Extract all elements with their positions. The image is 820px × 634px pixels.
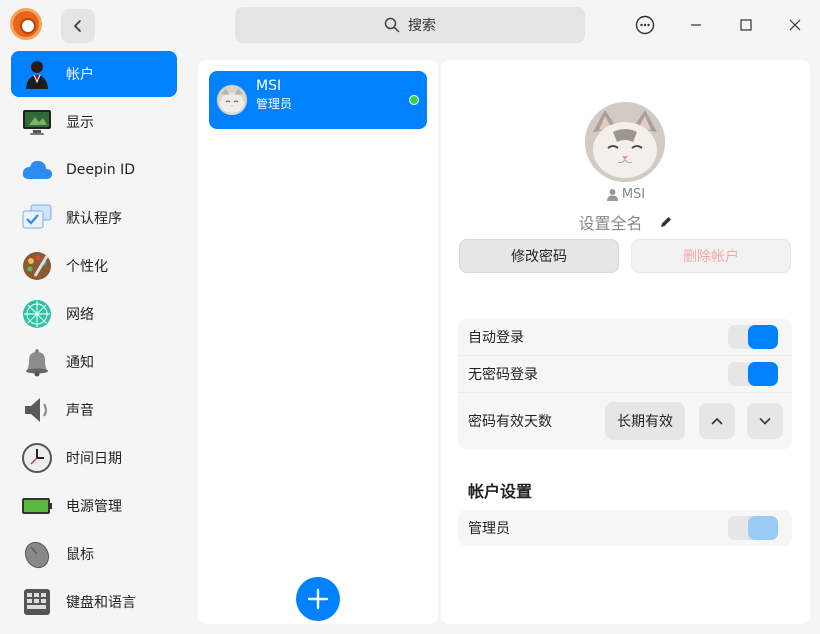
administrator-toggle[interactable]	[728, 516, 778, 540]
clock-icon	[22, 443, 52, 473]
password-validity-row: 密码有效天数 长期有效	[458, 393, 792, 449]
user-list-item[interactable]: MSI 管理员	[209, 71, 427, 129]
account-settings-group: 管理员	[458, 510, 792, 546]
section-title-account-settings: 帐户设置	[468, 482, 533, 501]
increase-button[interactable]	[699, 403, 735, 439]
sidebar-item-label: 帐户	[66, 67, 94, 83]
close-icon	[789, 19, 801, 31]
sidebar-item-label: 通知	[66, 355, 94, 371]
administrator-row: 管理员	[458, 510, 792, 546]
account-detail-panel: MSI 设置全名 修改密码 删除帐户 自动登录 无密码登录 密码有效天数 长期有…	[441, 60, 810, 624]
user-list-panel: MSI 管理员	[198, 60, 438, 624]
passwordless-login-label: 无密码登录	[468, 367, 538, 383]
search-icon	[384, 17, 400, 33]
user-name: MSI	[256, 78, 282, 94]
default-apps-icon	[22, 204, 52, 229]
sidebar-item-label: 个性化	[66, 259, 108, 275]
pencil-icon[interactable]	[659, 215, 673, 229]
back-button[interactable]	[61, 9, 95, 43]
fullname-placeholder: 设置全名	[578, 214, 643, 233]
avatar	[217, 85, 247, 115]
auto-login-label: 自动登录	[468, 330, 524, 346]
chevron-down-icon	[759, 418, 771, 425]
online-status-dot	[409, 95, 419, 105]
sidebar-item-label: Deepin ID	[66, 162, 136, 178]
sidebar-item-label: 电源管理	[66, 499, 122, 515]
avatar[interactable]	[585, 102, 665, 182]
close-button[interactable]	[779, 9, 811, 41]
sidebar-item-label: 声音	[66, 403, 94, 419]
sidebar-item-datetime[interactable]: 时间日期	[11, 435, 177, 481]
maximize-button[interactable]	[730, 9, 762, 41]
sidebar-item-personalization[interactable]: 个性化	[11, 243, 177, 289]
account-icon	[26, 61, 48, 89]
sidebar-item-notification[interactable]: 通知	[11, 339, 177, 385]
chevron-left-icon	[74, 20, 81, 32]
network-icon	[23, 300, 51, 328]
display-icon	[23, 110, 51, 135]
sidebar-item-account[interactable]: 帐户	[11, 51, 177, 97]
speaker-icon	[25, 398, 47, 422]
palette-icon	[23, 252, 51, 280]
password-validity-value[interactable]: 长期有效	[605, 402, 685, 440]
bell-icon	[26, 349, 48, 377]
minimize-icon	[691, 24, 701, 26]
keyboard-icon	[24, 589, 50, 615]
battery-icon	[22, 498, 52, 514]
passwordless-login-row: 无密码登录	[458, 356, 792, 392]
search-label: 搜索	[408, 18, 436, 34]
sidebar-item-keyboard[interactable]: 键盘和语言	[11, 579, 177, 625]
sidebar-item-sound[interactable]: 声音	[11, 387, 177, 433]
auto-login-toggle[interactable]	[728, 325, 778, 349]
add-user-button[interactable]	[296, 577, 340, 621]
chevron-up-icon	[711, 417, 723, 425]
title-bar: 搜索	[0, 0, 820, 50]
user-icon	[606, 189, 618, 201]
search-box[interactable]: 搜索	[235, 7, 585, 43]
change-password-button[interactable]: 修改密码	[459, 239, 619, 273]
administrator-label: 管理员	[468, 521, 510, 537]
mouse-icon	[24, 541, 50, 569]
app-logo-icon[interactable]	[10, 8, 42, 40]
sidebar-item-power[interactable]: 电源管理	[11, 483, 177, 529]
cloud-icon	[22, 160, 52, 179]
sidebar-item-label: 时间日期	[66, 451, 122, 467]
maximize-icon	[740, 19, 752, 31]
delete-account-button[interactable]: 删除帐户	[631, 239, 791, 273]
sidebar-item-deepin-id[interactable]: Deepin ID	[11, 147, 177, 193]
login-settings-group: 自动登录 无密码登录 密码有效天数 长期有效	[458, 319, 792, 449]
sidebar-item-default-apps[interactable]: 默认程序	[11, 195, 177, 241]
passwordless-login-toggle[interactable]	[728, 362, 778, 386]
sidebar: 帐户 显示 Deepin ID 默认程序 个性化 网络 通知 声音 时间日期 电…	[0, 50, 188, 634]
sidebar-item-network[interactable]: 网络	[11, 291, 177, 337]
sidebar-item-label: 键盘和语言	[66, 595, 136, 611]
sidebar-item-label: 显示	[66, 115, 94, 131]
sidebar-item-label: 默认程序	[66, 211, 122, 227]
more-button[interactable]	[629, 9, 661, 41]
password-validity-label: 密码有效天数	[468, 414, 552, 430]
user-role: 管理员	[256, 97, 293, 111]
more-icon	[635, 15, 655, 35]
plus-icon	[307, 588, 329, 610]
username-row: MSI	[441, 187, 810, 202]
sidebar-item-mouse[interactable]: 鼠标	[11, 531, 177, 577]
fullname-row: 设置全名	[441, 210, 810, 234]
sidebar-item-label: 网络	[66, 307, 94, 323]
decrease-button[interactable]	[747, 403, 783, 439]
auto-login-row: 自动登录	[458, 319, 792, 355]
sidebar-item-display[interactable]: 显示	[11, 99, 177, 145]
username-label: MSI	[621, 187, 646, 202]
minimize-button[interactable]	[680, 9, 712, 41]
sidebar-item-label: 鼠标	[66, 547, 94, 563]
